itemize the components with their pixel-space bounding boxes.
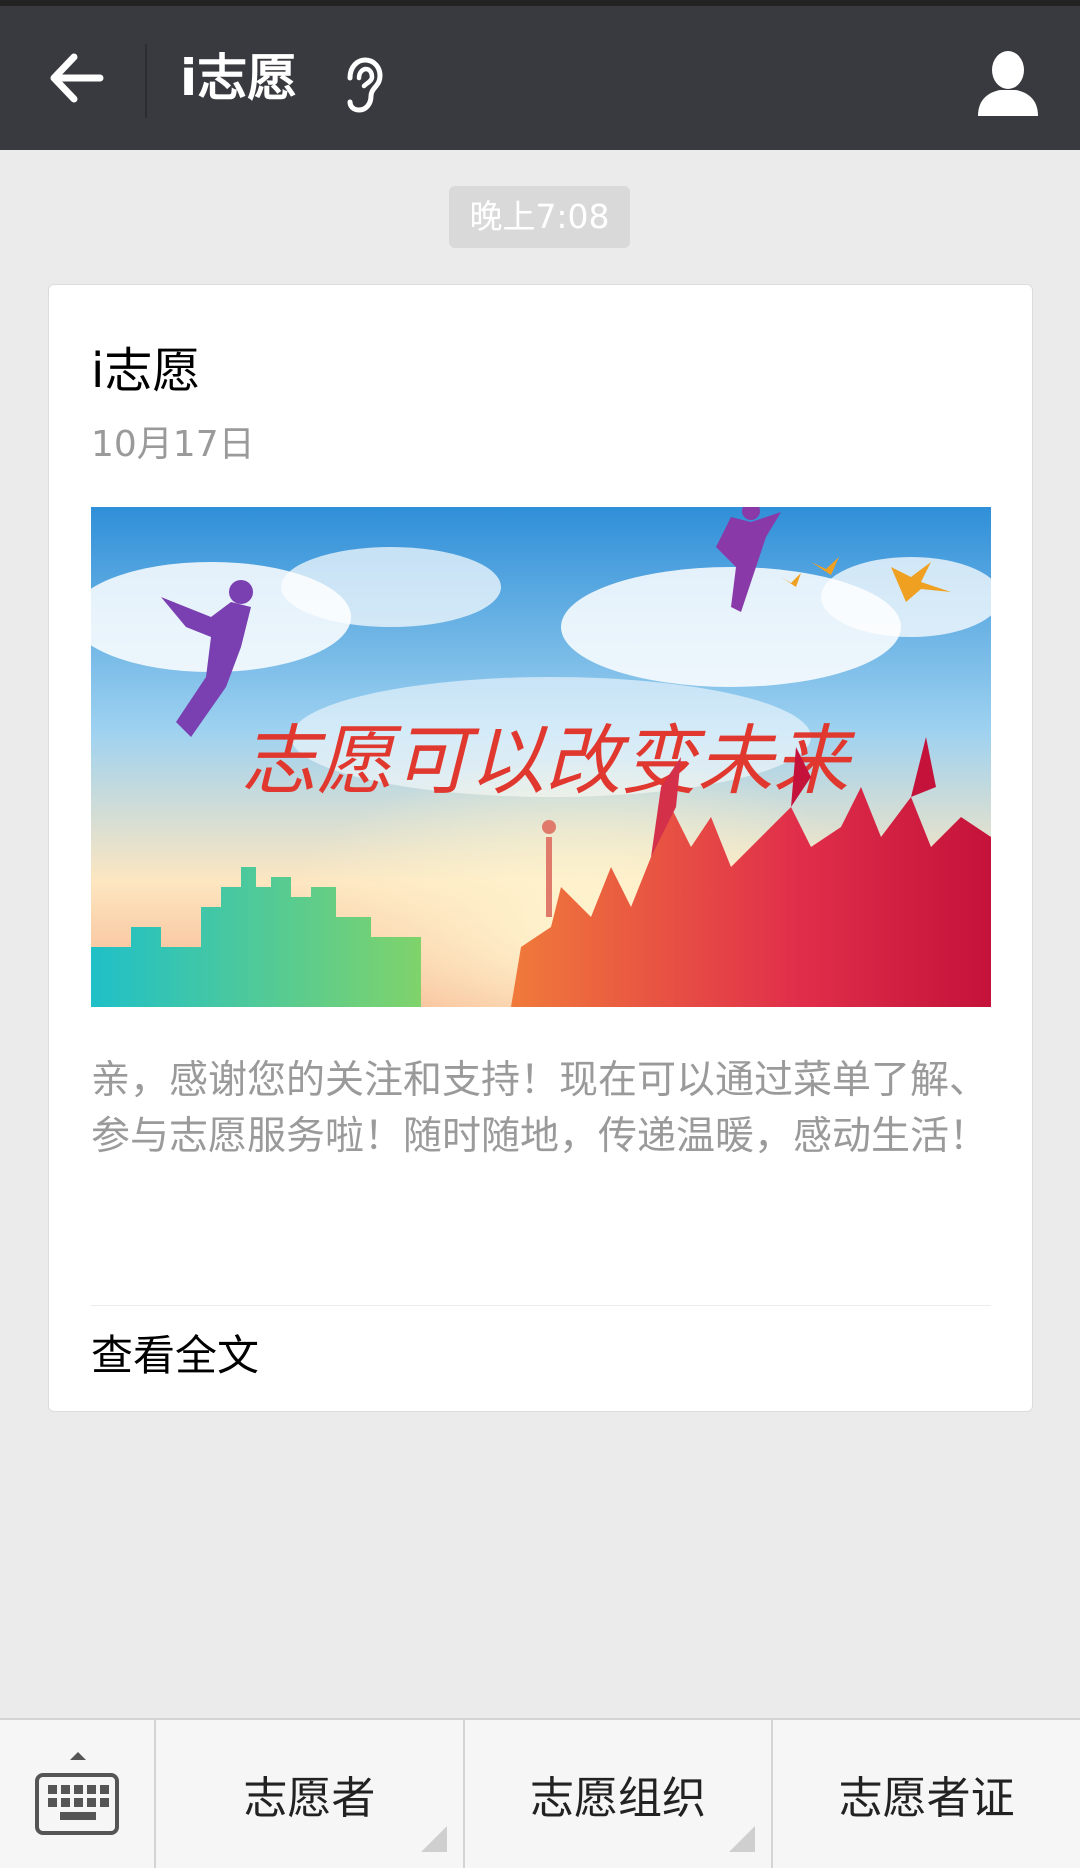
- top-bar: i志愿: [0, 6, 1080, 150]
- bottom-menu-bar: 志愿者 志愿组织 志愿者证: [0, 1718, 1080, 1868]
- menu-item-volunteer-certificate[interactable]: 志愿者证: [773, 1720, 1080, 1868]
- article-card[interactable]: i志愿 10月17日 志愿可以改变未来 亲，感谢您的关注和支持！现在可以通过菜单…: [48, 284, 1033, 1412]
- header-divider: [145, 44, 147, 118]
- menu-item-volunteer[interactable]: 志愿者: [156, 1720, 465, 1868]
- ear-icon: [347, 57, 383, 113]
- read-full-text-link[interactable]: 查看全文: [91, 1321, 259, 1391]
- banner-illustration: 志愿可以改变未来: [91, 507, 991, 1007]
- voice-button[interactable]: [340, 56, 386, 114]
- submenu-indicator-icon: [729, 1826, 756, 1852]
- keyboard-toggle-button[interactable]: [0, 1720, 156, 1868]
- menu-item-label: 志愿组织: [530, 1773, 706, 1824]
- profile-button[interactable]: [970, 46, 1046, 122]
- submenu-indicator-icon: [420, 1826, 447, 1852]
- back-button[interactable]: [40, 42, 112, 114]
- person-icon: [978, 51, 1038, 116]
- menu-item-label: 志愿者: [243, 1773, 376, 1824]
- article-title: i志愿: [91, 343, 201, 399]
- keyboard-icon: [35, 1752, 119, 1835]
- menu-item-label: 志愿者证: [838, 1773, 1015, 1824]
- banner-calligraphy: 志愿可以改变未来: [241, 716, 856, 805]
- menu-item-volunteer-organization[interactable]: 志愿组织: [465, 1720, 774, 1868]
- article-description: 亲，感谢您的关注和支持！现在可以通过菜单了解、参与志愿服务啦！随时随地，传递温暖…: [91, 1058, 989, 1159]
- article-date: 10月17日: [91, 424, 255, 465]
- timestamp-badge: 晚上7:08: [449, 186, 630, 248]
- arrow-left-icon: [50, 53, 104, 103]
- page-title: i志愿: [180, 49, 298, 107]
- article-banner-image[interactable]: 志愿可以改变未来: [91, 507, 991, 1007]
- card-divider: [91, 1305, 991, 1306]
